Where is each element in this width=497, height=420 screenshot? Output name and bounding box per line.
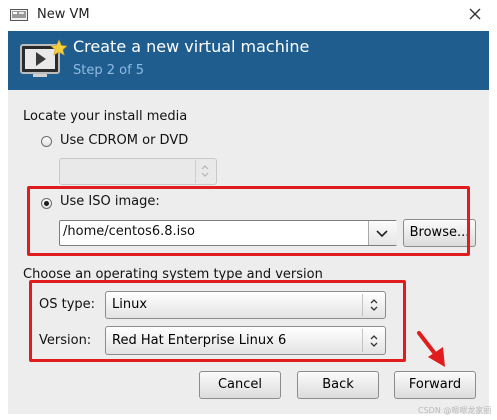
cdrom-label[interactable]: Use CDROM or DVD <box>60 133 188 148</box>
arrow-annotation-icon <box>417 331 445 367</box>
back-button[interactable]: Back <box>297 371 379 399</box>
install-media-heading: Locate your install media <box>23 109 188 124</box>
window-title: New VM <box>37 7 90 22</box>
close-icon[interactable] <box>466 5 484 23</box>
cdrom-device-combo <box>59 158 217 185</box>
combo-separator <box>195 160 196 183</box>
vm-window-icon <box>10 9 28 21</box>
step-indicator: Step 2 of 5 <box>73 63 145 78</box>
header-banner: Create a new virtual machine Step 2 of 5 <box>8 31 489 90</box>
forward-button[interactable]: Forward <box>394 371 476 399</box>
watermark: CSDN @嗯嗯龙家丽 <box>418 406 492 415</box>
page-title: Create a new virtual machine <box>73 37 310 56</box>
cancel-button[interactable]: Cancel <box>199 371 281 399</box>
annotation-box-iso <box>27 186 470 256</box>
cdrom-radio[interactable] <box>41 136 52 147</box>
spin-arrows-icon <box>201 165 209 177</box>
annotation-box-os <box>29 280 406 362</box>
monitor-star-icon <box>20 39 67 77</box>
